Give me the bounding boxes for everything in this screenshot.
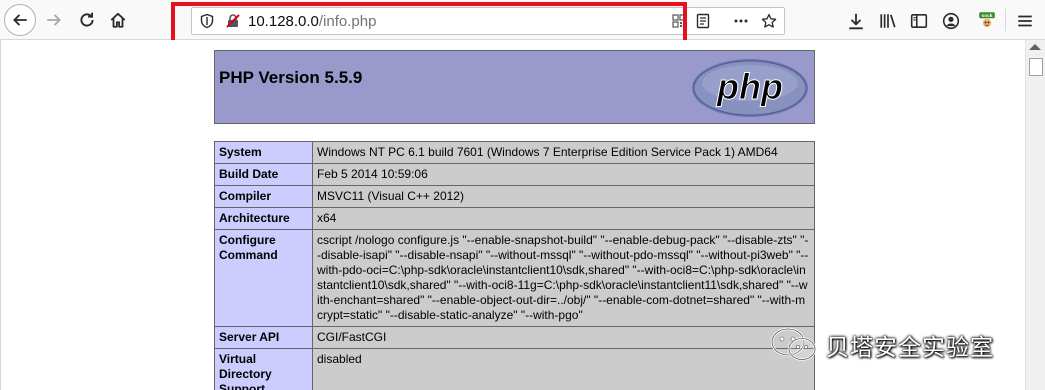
page-actions-more-icon[interactable] (732, 12, 750, 30)
php-version-header: PHP Version 5.5.9 php (214, 50, 815, 124)
info-label: Virtual Directory Support (214, 348, 313, 390)
reload-button[interactable] (73, 6, 101, 34)
home-icon (110, 12, 126, 28)
info-value: MSVC11 (Visual C++ 2012) (312, 185, 815, 208)
scrollbar-thumb[interactable] (1029, 58, 1043, 76)
info-value: Feb 5 2014 10:59:06 (312, 163, 815, 186)
url-text[interactable]: 10.128.0.0/info.php (248, 13, 376, 30)
php-info-table: System Windows NT PC 6.1 build 7601 (Wind… (214, 141, 815, 390)
browser-toolbar: 10.128.0.0/info.php sock (0, 0, 1045, 44)
scroll-up-arrow-icon[interactable] (1029, 44, 1041, 50)
php-version-title: PHP Version 5.5.9 (219, 68, 363, 87)
info-row: System Windows NT PC 6.1 build 7601 (Wind… (214, 141, 815, 164)
info-row: Build Date Feb 5 2014 10:59:06 (214, 163, 815, 186)
info-row: Architecture x64 (214, 207, 815, 230)
info-value: CGI/FastCGI (312, 326, 815, 349)
info-label: System (214, 141, 313, 164)
info-label: Build Date (214, 163, 313, 186)
info-row: Configure Command cscript /nologo configu… (214, 229, 815, 327)
library-icon[interactable] (877, 10, 899, 32)
info-row: Compiler MSVC11 (Visual C++ 2012) (214, 185, 815, 208)
tracking-protection-shield-icon[interactable] (198, 12, 216, 30)
vertical-scrollbar[interactable] (1025, 40, 1045, 390)
info-label: Architecture (214, 207, 313, 230)
hamburger-menu-icon[interactable] (1014, 10, 1036, 32)
sock-badge-text: sock (982, 13, 993, 19)
back-button[interactable] (4, 4, 36, 36)
info-label: Compiler (214, 185, 313, 208)
downloads-icon[interactable] (845, 10, 867, 32)
reload-icon (80, 12, 94, 27)
home-button[interactable] (104, 6, 132, 34)
info-value: cscript /nologo configure.js "--enable-s… (312, 229, 815, 327)
url-path: /info.php (318, 13, 377, 30)
page-viewport: PHP Version 5.5.9 php System Windows NT P… (0, 40, 1025, 390)
php-logo-text: php (716, 66, 783, 107)
info-value: Windows NT PC 6.1 build 7601 (Windows 7 … (312, 141, 815, 164)
sidebar-toggle-icon[interactable] (908, 10, 930, 32)
insecure-connection-lock-icon[interactable] (224, 12, 242, 30)
reader-view-icon[interactable] (694, 12, 712, 30)
url-host: 10.128.0.0 (248, 13, 319, 30)
info-label: Configure Command (214, 229, 313, 327)
forward-button[interactable] (40, 6, 68, 34)
info-value: x64 (312, 207, 815, 230)
bookmark-star-icon[interactable] (760, 12, 778, 30)
info-value: disabled (312, 348, 815, 390)
arrow-right-icon (47, 14, 61, 26)
account-icon[interactable] (940, 10, 962, 32)
arrow-left-icon (13, 14, 27, 26)
info-row: Server API CGI/FastCGI (214, 326, 815, 349)
address-bar[interactable]: 10.128.0.0/info.php (191, 7, 785, 35)
info-row: Virtual Directory Support disabled (214, 348, 815, 390)
info-label: Server API (214, 326, 313, 349)
toolbar-separator (1005, 9, 1006, 31)
php-logo-icon: php (692, 59, 808, 117)
qr-code-icon[interactable] (670, 12, 688, 30)
sock-extension-icon[interactable]: sock (972, 6, 1002, 34)
